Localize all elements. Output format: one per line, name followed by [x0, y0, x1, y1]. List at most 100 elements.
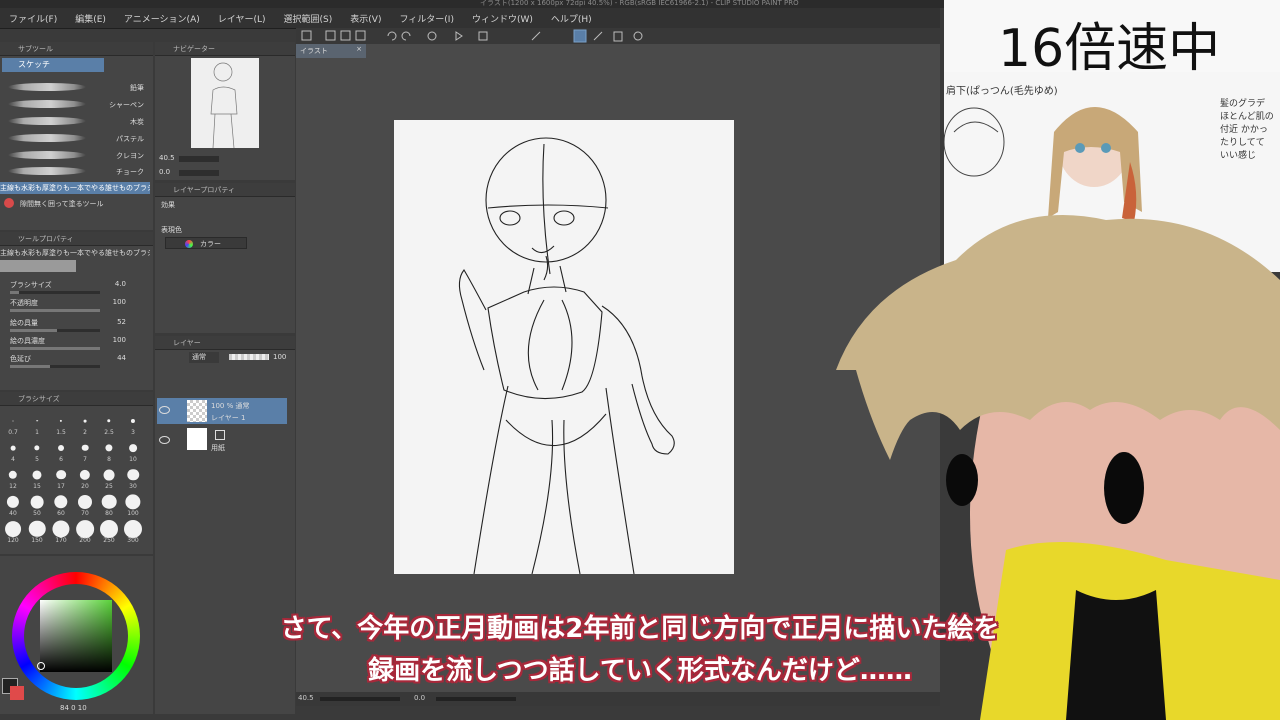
layer-thumbnail: [187, 400, 207, 422]
tool-property-header: ツールプロパティ: [0, 232, 153, 246]
brush-size-option[interactable]: 100: [121, 491, 145, 517]
brush-size-dot: [54, 495, 68, 509]
navigator-angle[interactable]: 0.0: [159, 168, 170, 176]
prop-paint-density-fill: [10, 347, 100, 350]
brush-size-option[interactable]: 250: [97, 518, 121, 544]
menu-view[interactable]: 表示(V): [341, 12, 390, 25]
tool-preview: [0, 260, 76, 272]
subtool-header: サブツール: [0, 42, 153, 56]
menu-help[interactable]: ヘルプ(H): [542, 12, 601, 25]
command-bar: [296, 28, 940, 44]
visibility-eye-icon[interactable]: [159, 406, 170, 414]
drawing-canvas[interactable]: [394, 120, 734, 575]
prop-brush-size[interactable]: ブラシサイズ 4.0: [10, 280, 142, 298]
brush-size-dot: [59, 419, 63, 422]
brush-size-option[interactable]: 3: [121, 410, 145, 436]
brush-size-option[interactable]: 170: [49, 518, 73, 544]
ruler-icon: [531, 31, 541, 41]
brush-size-label: 6: [59, 456, 63, 463]
brush-fill-tool[interactable]: 隙間無く囲って塗るツール: [20, 198, 148, 210]
prop-paint-amount[interactable]: 絵の具量 52: [10, 318, 142, 336]
brush-size-dot: [125, 494, 141, 510]
brush-size-option[interactable]: 40: [1, 491, 25, 517]
brush-size-option[interactable]: 1: [25, 410, 49, 436]
brush-chalk[interactable]: チョーク: [0, 164, 150, 180]
menu-file[interactable]: ファイル(F): [0, 12, 66, 25]
brush-size-option[interactable]: 25: [97, 464, 121, 490]
layer-opacity-slider[interactable]: [229, 354, 269, 360]
canvas-angle-slider[interactable]: [436, 697, 516, 701]
brush-size-option[interactable]: 5: [25, 437, 49, 463]
sub-color-swatch[interactable]: [10, 686, 24, 700]
prop-opacity[interactable]: 不透明度 100: [10, 298, 142, 316]
brush-size-dot: [130, 418, 136, 423]
brush-size-label: 60: [57, 510, 65, 517]
save-icon: [340, 30, 351, 41]
brush-size-option[interactable]: 8: [97, 437, 121, 463]
blend-mode-select[interactable]: 通常: [189, 352, 219, 363]
brush-size-option[interactable]: 60: [49, 491, 73, 517]
brush-size-option[interactable]: 80: [97, 491, 121, 517]
close-tab-icon[interactable]: ×: [356, 45, 362, 53]
brush-pencil[interactable]: 鉛筆: [0, 80, 150, 96]
brush-size-option[interactable]: 30: [121, 464, 145, 490]
brush-size-option[interactable]: 120: [1, 518, 25, 544]
visibility-eye-icon[interactable]: [159, 436, 170, 444]
brush-charcoal[interactable]: 木炭: [0, 114, 150, 130]
prop-paint-density[interactable]: 絵の具濃度 100: [10, 336, 142, 354]
brush-size-option[interactable]: 50: [25, 491, 49, 517]
brush-size-option[interactable]: 300: [121, 518, 145, 544]
brush-size-option[interactable]: 0.7: [1, 410, 25, 436]
layer-row-1[interactable]: 100 % 通常 レイヤー 1: [157, 398, 287, 424]
zoom-slider[interactable]: [179, 156, 219, 162]
brush-size-option[interactable]: 4: [1, 437, 25, 463]
canvas-angle[interactable]: 0.0: [414, 694, 425, 702]
brush-size-label: 250: [103, 537, 115, 544]
brush-size-option[interactable]: 150: [25, 518, 49, 544]
color-mode-icon: [185, 240, 193, 248]
menu-selection[interactable]: 選択範囲(S): [275, 12, 342, 25]
brush-size-option[interactable]: 20: [73, 464, 97, 490]
canvas-zoom-slider[interactable]: [320, 697, 400, 701]
brush-size-option[interactable]: 17: [49, 464, 73, 490]
layer-row-paper[interactable]: 用紙: [157, 426, 287, 452]
prop-color-stretch[interactable]: 色延び 44: [10, 354, 142, 372]
canvas-zoom[interactable]: 40.5: [298, 694, 314, 702]
settings-icon: [633, 31, 643, 41]
brush-size-option[interactable]: 12: [1, 464, 25, 490]
menu-edit[interactable]: 編集(E): [66, 12, 115, 25]
brush-size-option[interactable]: 6: [49, 437, 73, 463]
brush-size-dot: [107, 419, 111, 423]
brush-size-option[interactable]: 7: [73, 437, 97, 463]
brush-size-option[interactable]: 2.5: [97, 410, 121, 436]
brush-size-option[interactable]: 15: [25, 464, 49, 490]
menu-animation[interactable]: アニメーション(A): [115, 12, 209, 25]
tool-property-panel: ツールプロパティ 主線も水彩も厚塗りも一本でやる誰せものブラシ ブラシサイズ 4.…: [0, 232, 153, 390]
brush-size-option[interactable]: 2: [73, 410, 97, 436]
brush-size-label: 80: [105, 510, 113, 517]
fill-icon: [455, 31, 463, 41]
navigator-sketch: [210, 62, 238, 149]
canvas-tab[interactable]: イラスト ×: [296, 44, 366, 58]
brush-size-grid: 0.7 1 1.5 2 2.5 3 4 5 6 7 8 10 12 15 17 20 25 30 40 50 60 70 8…: [0, 410, 150, 554]
brush-size-option[interactable]: 200: [73, 518, 97, 544]
brush-pastel[interactable]: パステル: [0, 131, 150, 147]
navigator-zoom[interactable]: 40.5: [159, 154, 175, 162]
expression-color-label: 表現色: [161, 226, 182, 234]
expression-color-select[interactable]: カラー: [165, 237, 247, 249]
brush-custom-selected[interactable]: 主線も水彩も厚塗りも一本でやる誰せものブラシ: [0, 182, 150, 194]
brush-size-option[interactable]: 70: [73, 491, 97, 517]
menu-filter[interactable]: フィルター(I): [390, 12, 463, 25]
angle-slider[interactable]: [179, 170, 219, 176]
brush-size-option[interactable]: 10: [121, 437, 145, 463]
brush-crayon[interactable]: クレヨン: [0, 148, 150, 164]
brush-sharp-pencil[interactable]: シャーペン: [0, 97, 150, 113]
brush-size-label: 40: [9, 510, 17, 517]
prop-paint-amount-fill: [10, 329, 57, 332]
brush-size-dot: [105, 444, 113, 452]
subtool-group-sketch[interactable]: スケッチ: [2, 58, 104, 72]
brush-size-option[interactable]: 1.5: [49, 410, 73, 436]
menu-window[interactable]: ウィンドウ(W): [463, 12, 542, 25]
menu-layer[interactable]: レイヤー(L): [209, 12, 275, 25]
navigator-preview[interactable]: [191, 58, 259, 149]
